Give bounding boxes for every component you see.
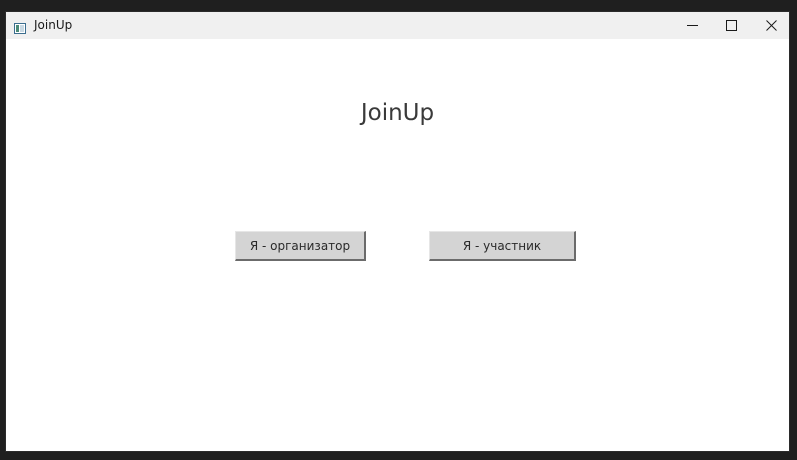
participant-button[interactable]: Я - участник — [429, 231, 576, 261]
organizer-button[interactable]: Я - организатор — [235, 231, 366, 261]
close-icon — [765, 16, 777, 35]
app-window-icon — [14, 19, 26, 34]
maximize-icon — [725, 16, 737, 35]
app-heading: JoinUp — [360, 100, 435, 126]
title-bar[interactable]: JoinUp — [6, 12, 789, 39]
close-button[interactable] — [751, 12, 791, 39]
window-title: JoinUp — [34, 18, 73, 32]
maximize-button[interactable] — [711, 12, 751, 39]
app-window: JoinUp JoinUp Я - организатор Я - участн… — [5, 11, 790, 452]
minimize-icon — [686, 16, 698, 35]
minimize-button[interactable] — [672, 12, 712, 39]
